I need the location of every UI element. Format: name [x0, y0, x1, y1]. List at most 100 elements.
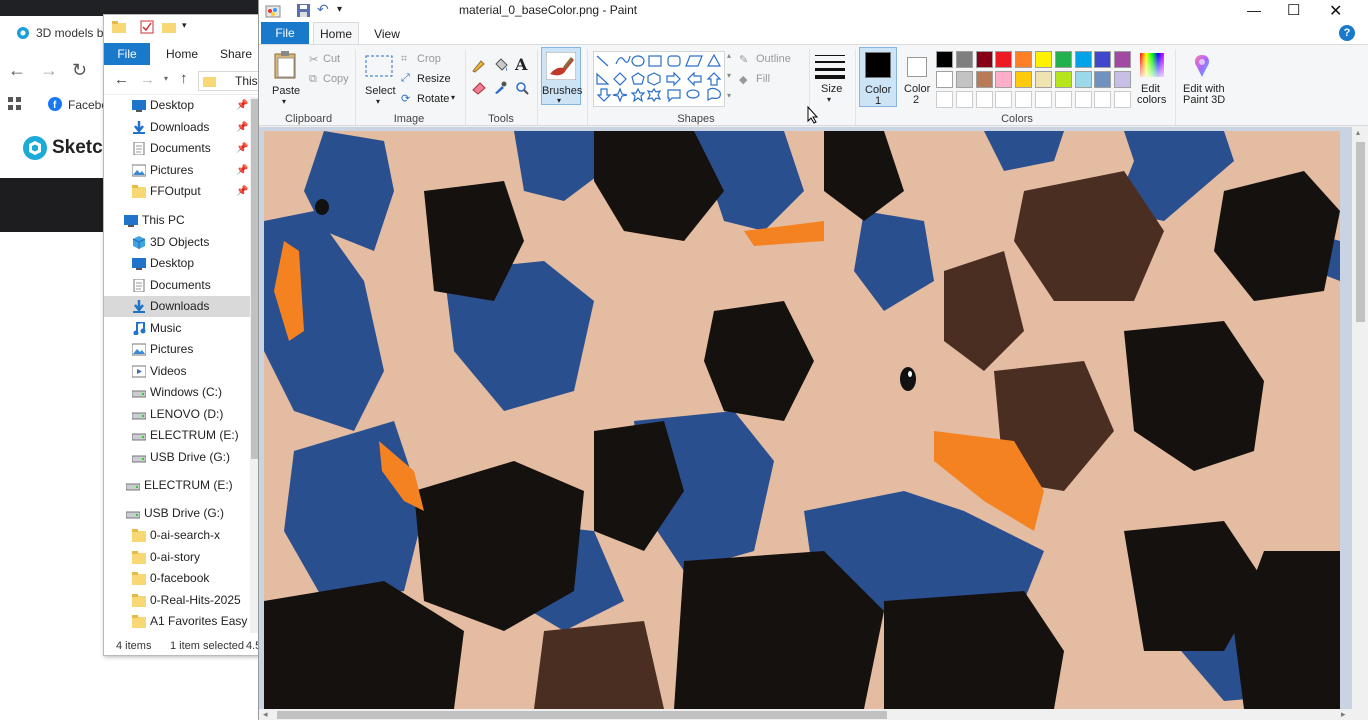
copy-icon[interactable]: ⧉ [309, 73, 317, 86]
color-swatch[interactable] [1074, 71, 1092, 88]
image-canvas[interactable] [264, 131, 1340, 709]
paint-view-tab[interactable]: View [367, 24, 407, 44]
this-pc-child-item[interactable]: Desktop [104, 253, 250, 274]
outline-icon[interactable]: ✎ [739, 53, 748, 66]
this-pc-child-item[interactable]: USB Drive (G:) [104, 447, 250, 468]
forward-icon[interactable]: → [40, 60, 58, 81]
scroll-right-icon[interactable]: ▸ [1341, 709, 1346, 720]
edit-colors-button[interactable]: Edit colors [1135, 49, 1169, 107]
usb-folder-item[interactable]: 0-Real-Hits-2025 [104, 590, 250, 611]
explorer-home-tab[interactable]: Home [166, 47, 198, 61]
usb-folder-item[interactable]: 0-ai-search-x [104, 525, 250, 546]
empty-color-slot[interactable] [975, 91, 993, 108]
color1-button[interactable]: Color 1 [859, 47, 897, 107]
paint-file-tab[interactable]: File [261, 22, 309, 44]
shapes-scroll-up-icon[interactable]: ▴ [727, 51, 731, 60]
color2-button[interactable]: Color 2 [901, 47, 935, 107]
color-swatch[interactable] [975, 71, 993, 88]
quick-access-item[interactable]: Pictures 📌 [104, 160, 250, 181]
this-pc-child-item[interactable]: Music [104, 318, 250, 339]
forward-icon[interactable]: → [140, 71, 155, 88]
browser-tab[interactable]: 3D models by [8, 20, 109, 46]
this-pc-child-item[interactable]: Downloads [104, 296, 250, 317]
fill-button[interactable]: Fill [756, 73, 770, 85]
cut-button[interactable]: Cut [323, 53, 340, 65]
empty-color-slot[interactable] [1074, 91, 1092, 108]
canvas-horizontal-thumb[interactable] [277, 711, 887, 719]
scroll-up-icon[interactable]: ▴ [1356, 128, 1360, 137]
this-pc-child-item[interactable]: 3D Objects [104, 232, 250, 253]
back-icon[interactable]: ← [114, 71, 129, 88]
quick-access-item[interactable]: Desktop 📌 [104, 95, 250, 116]
color-swatch[interactable] [995, 51, 1013, 68]
address-field[interactable]: This P [198, 71, 269, 91]
fill-bucket-icon[interactable] [493, 57, 509, 73]
maximize-icon[interactable]: ☐ [1287, 1, 1300, 19]
this-pc-child-item[interactable]: Videos [104, 361, 250, 382]
crop-icon[interactable]: ⌗ [401, 53, 407, 66]
paint-home-tab[interactable]: Home [313, 22, 359, 45]
color-swatch[interactable] [1035, 71, 1052, 88]
up-icon[interactable]: ↑ [180, 70, 188, 87]
color-swatch[interactable] [936, 71, 953, 88]
electrum-drive-item[interactable]: ELECTRUM (E:) [104, 475, 250, 496]
color-swatch[interactable] [1094, 71, 1112, 88]
color-picker-icon[interactable] [493, 81, 507, 95]
magnifier-icon[interactable] [515, 81, 529, 95]
color-swatch[interactable] [1054, 51, 1072, 68]
text-tool-icon[interactable]: A [515, 55, 527, 74]
empty-color-slot[interactable] [1094, 91, 1112, 108]
resize-icon[interactable]: ⤢ [401, 72, 410, 85]
this-pc-child-item[interactable]: LENOVO (D:) [104, 404, 250, 425]
save-icon[interactable] [297, 4, 310, 17]
color-swatch[interactable] [936, 51, 953, 68]
empty-color-slot[interactable] [1015, 91, 1033, 108]
crop-button[interactable]: Crop [417, 53, 441, 65]
this-pc-child-item[interactable]: Pictures [104, 339, 250, 360]
help-icon[interactable]: ? [1339, 25, 1355, 41]
recent-dropdown-icon[interactable]: ▾ [164, 74, 168, 83]
color-swatch[interactable] [995, 71, 1013, 88]
qat-dropdown-icon[interactable]: ▾ [337, 4, 342, 15]
color-swatch[interactable] [1015, 51, 1033, 68]
empty-color-slot[interactable] [995, 91, 1013, 108]
rotate-icon[interactable]: ⟳ [401, 92, 410, 105]
color-swatch[interactable] [1094, 51, 1112, 68]
empty-color-slot[interactable] [936, 91, 953, 108]
color-swatch[interactable] [1054, 71, 1072, 88]
quick-access-item[interactable]: FFOutput 📌 [104, 181, 250, 202]
canvas-vertical-thumb[interactable] [1356, 142, 1365, 322]
explorer-scroll-thumb[interactable] [251, 99, 258, 459]
outline-button[interactable]: Outline [756, 53, 791, 65]
brushes-button[interactable]: Brushes ▾ [541, 47, 582, 105]
explorer-file-tab[interactable]: File [104, 43, 150, 65]
pencil-icon[interactable] [471, 59, 485, 73]
resize-button[interactable]: Resize [417, 73, 451, 85]
usb-drive-item[interactable]: USB Drive (G:) [104, 503, 250, 524]
this-pc-item[interactable]: This PC [104, 210, 250, 231]
size-button[interactable]: Size ▾ [813, 49, 849, 107]
this-pc-child-item[interactable]: Documents [104, 275, 250, 296]
usb-folder-item[interactable]: 0-facebook [104, 568, 250, 589]
cut-icon[interactable]: ✂ [309, 53, 318, 66]
color-swatch[interactable] [1035, 51, 1052, 68]
apps-icon[interactable] [8, 97, 22, 111]
scroll-left-icon[interactable]: ◂ [263, 709, 268, 720]
qat-dropdown-icon[interactable]: ▾ [182, 20, 187, 31]
color-swatch[interactable] [975, 51, 993, 68]
empty-color-slot[interactable] [1054, 91, 1072, 108]
paste-button[interactable]: Paste ▾ [267, 47, 303, 107]
minimize-icon[interactable]: — [1247, 2, 1261, 18]
eraser-icon[interactable] [471, 81, 487, 95]
shapes-scroll-down-icon[interactable]: ▾ [727, 71, 731, 80]
usb-folder-item[interactable]: 0-ai-story [104, 547, 250, 568]
usb-folder-item[interactable]: A1 Favorites Easy Sea [104, 611, 250, 632]
rotate-dropdown-icon[interactable]: ▾ [451, 93, 455, 102]
quick-access-item[interactable]: Documents 📌 [104, 138, 250, 159]
color-swatch[interactable] [1074, 51, 1092, 68]
color-swatch[interactable] [1015, 71, 1033, 88]
color-swatch[interactable] [1114, 71, 1132, 88]
empty-color-slot[interactable] [1114, 91, 1132, 108]
undo-icon[interactable]: ↶ [317, 1, 329, 18]
this-pc-child-item[interactable]: Windows (C:) [104, 382, 250, 403]
